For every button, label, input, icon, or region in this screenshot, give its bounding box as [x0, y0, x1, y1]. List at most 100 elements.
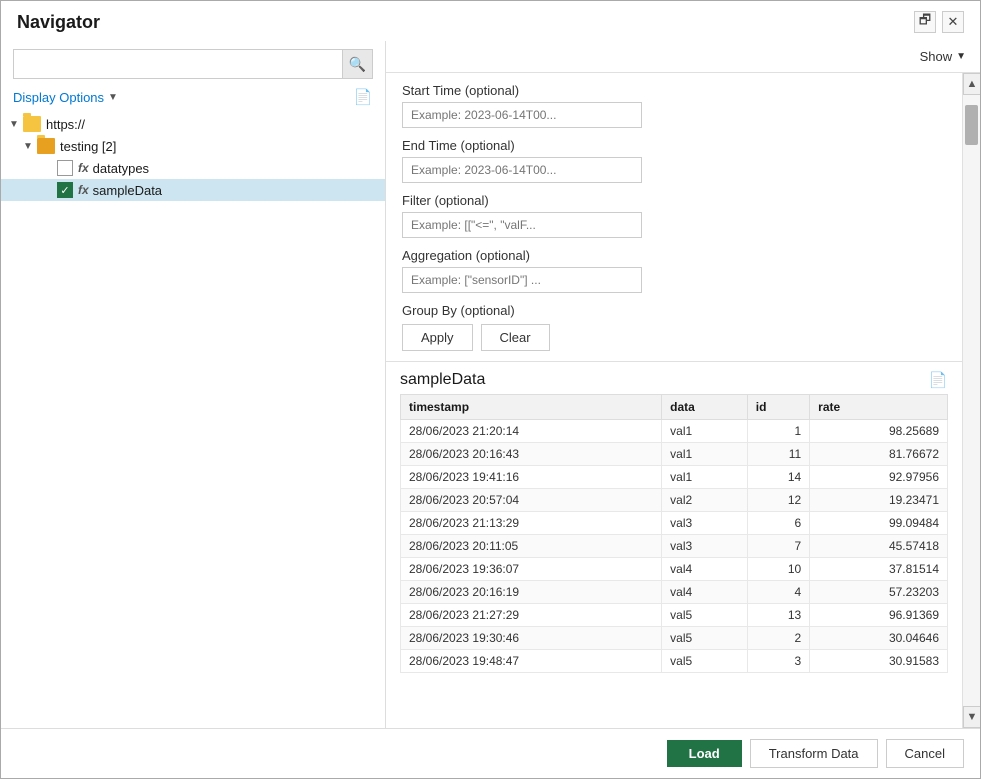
fx-icon: fx — [78, 183, 89, 197]
show-button[interactable]: Show ▼ — [920, 49, 966, 64]
data-section-title: sampleData — [400, 371, 485, 389]
fx-icon: fx — [78, 161, 89, 175]
end-time-input[interactable] — [402, 157, 642, 183]
scroll-down-arrow[interactable]: ▼ — [963, 706, 980, 728]
table-row: 28/06/2023 19:30:46val5230.04646 — [401, 627, 948, 650]
apply-button[interactable]: Apply — [402, 324, 473, 351]
filter-label-start: Start Time (optional) — [402, 83, 946, 98]
filter-buttons: Apply Clear — [402, 324, 946, 351]
checkbox-icon[interactable] — [57, 160, 73, 176]
table-row: 28/06/2023 19:48:47val5330.91583 — [401, 650, 948, 673]
table-cell: 11 — [747, 443, 809, 466]
table-cell: 37.81514 — [810, 558, 948, 581]
data-table-container[interactable]: timestamp data id rate 28/06/2023 21:20:… — [386, 394, 962, 728]
table-cell: val3 — [662, 535, 748, 558]
table-cell: 30.04646 — [810, 627, 948, 650]
table-cell: 28/06/2023 19:30:46 — [401, 627, 662, 650]
table-cell: 19.23471 — [810, 489, 948, 512]
table-row: 28/06/2023 20:11:05val3745.57418 — [401, 535, 948, 558]
table-cell: 13 — [747, 604, 809, 627]
table-cell: 1 — [747, 420, 809, 443]
tree-item-label: datatypes — [93, 161, 149, 176]
doc-icon-button[interactable]: 📄 — [353, 87, 373, 107]
table-cell: 4 — [747, 581, 809, 604]
filter-label-end: End Time (optional) — [402, 138, 946, 153]
display-options-row: Display Options ▼ 📄 — [1, 87, 385, 107]
table-cell: 28/06/2023 20:57:04 — [401, 489, 662, 512]
title-bar: Navigator 🗗 ✕ — [1, 1, 980, 41]
checkbox-checked-icon[interactable] — [57, 182, 73, 198]
tree-item-label: https:// — [46, 117, 85, 132]
table-cell: val5 — [662, 604, 748, 627]
right-scrollbar[interactable]: ▲ ▼ — [962, 73, 980, 728]
search-bar: 🔍 — [13, 49, 373, 79]
search-icon: 🔍 — [349, 56, 366, 73]
table-cell: val3 — [662, 512, 748, 535]
aggregation-input[interactable] — [402, 267, 642, 293]
col-timestamp: timestamp — [401, 395, 662, 420]
table-cell: val1 — [662, 443, 748, 466]
transform-data-button[interactable]: Transform Data — [750, 739, 878, 768]
table-cell: 12 — [747, 489, 809, 512]
filter-end-time: End Time (optional) — [402, 138, 946, 193]
folder-icon — [37, 138, 55, 154]
table-cell: 92.97956 — [810, 466, 948, 489]
table-row: 28/06/2023 20:57:04val21219.23471 — [401, 489, 948, 512]
table-cell: val5 — [662, 650, 748, 673]
table-cell: 2 — [747, 627, 809, 650]
filter-aggregation: Aggregation (optional) — [402, 248, 946, 303]
restore-button[interactable]: 🗗 — [914, 11, 936, 33]
tree-container: ▼ https:// ▼ testing [2] fx datatypes — [1, 113, 385, 720]
table-cell: 28/06/2023 19:41:16 — [401, 466, 662, 489]
table-cell: 6 — [747, 512, 809, 535]
tree-item-sampledata[interactable]: fx sampleData — [1, 179, 385, 201]
footer: Load Transform Data Cancel — [1, 728, 980, 778]
table-cell: 28/06/2023 21:13:29 — [401, 512, 662, 535]
navigator-dialog: Navigator 🗗 ✕ 🔍 Display Options ▼ — [0, 0, 981, 779]
tree-item-https[interactable]: ▼ https:// — [1, 113, 385, 135]
table-cell: 10 — [747, 558, 809, 581]
tree-item-testing[interactable]: ▼ testing [2] — [1, 135, 385, 157]
search-button[interactable]: 🔍 — [342, 50, 372, 78]
tree-item-label: sampleData — [93, 183, 162, 198]
start-time-input[interactable] — [402, 102, 642, 128]
tree-item-datatypes[interactable]: fx datatypes — [1, 157, 385, 179]
table-row: 28/06/2023 21:27:29val51396.91369 — [401, 604, 948, 627]
scroll-track[interactable] — [963, 95, 980, 706]
filter-input-field[interactable] — [402, 212, 642, 238]
table-row: 28/06/2023 20:16:43val11181.76672 — [401, 443, 948, 466]
table-cell: val1 — [662, 466, 748, 489]
table-row: 28/06/2023 19:36:07val41037.81514 — [401, 558, 948, 581]
table-cell: 28/06/2023 20:16:43 — [401, 443, 662, 466]
toggle-icon: ▼ — [23, 141, 37, 152]
table-cell: 28/06/2023 19:36:07 — [401, 558, 662, 581]
scroll-thumb[interactable] — [965, 105, 978, 145]
search-input[interactable] — [14, 52, 342, 77]
table-cell: 81.76672 — [810, 443, 948, 466]
filter-start-time: Start Time (optional) — [402, 83, 946, 138]
show-label: Show — [920, 49, 953, 64]
cancel-button[interactable]: Cancel — [886, 739, 964, 768]
scroll-up-arrow[interactable]: ▲ — [963, 73, 980, 95]
right-top-bar: Show ▼ — [386, 41, 980, 73]
table-cell: val5 — [662, 627, 748, 650]
display-options-button[interactable]: Display Options ▼ — [13, 90, 118, 105]
data-doc-icon-button[interactable]: 📄 — [928, 370, 948, 390]
display-options-label: Display Options — [13, 90, 104, 105]
load-button[interactable]: Load — [667, 740, 742, 767]
col-id: id — [747, 395, 809, 420]
window-controls: 🗗 ✕ — [914, 11, 964, 33]
table-cell: 14 — [747, 466, 809, 489]
data-header-row: sampleData 📄 — [386, 362, 962, 394]
tree-item-label: testing [2] — [60, 139, 116, 154]
data-table: timestamp data id rate 28/06/2023 21:20:… — [400, 394, 948, 673]
table-cell: 28/06/2023 19:48:47 — [401, 650, 662, 673]
table-row: 28/06/2023 21:13:29val3699.09484 — [401, 512, 948, 535]
folder-icon — [23, 116, 41, 132]
table-cell: val1 — [662, 420, 748, 443]
table-cell: 3 — [747, 650, 809, 673]
close-button[interactable]: ✕ — [942, 11, 964, 33]
right-panel: Show ▼ Start Time (optional) — [386, 41, 980, 728]
filter-section: Start Time (optional) End Time (optional… — [386, 73, 962, 362]
clear-button[interactable]: Clear — [481, 324, 550, 351]
